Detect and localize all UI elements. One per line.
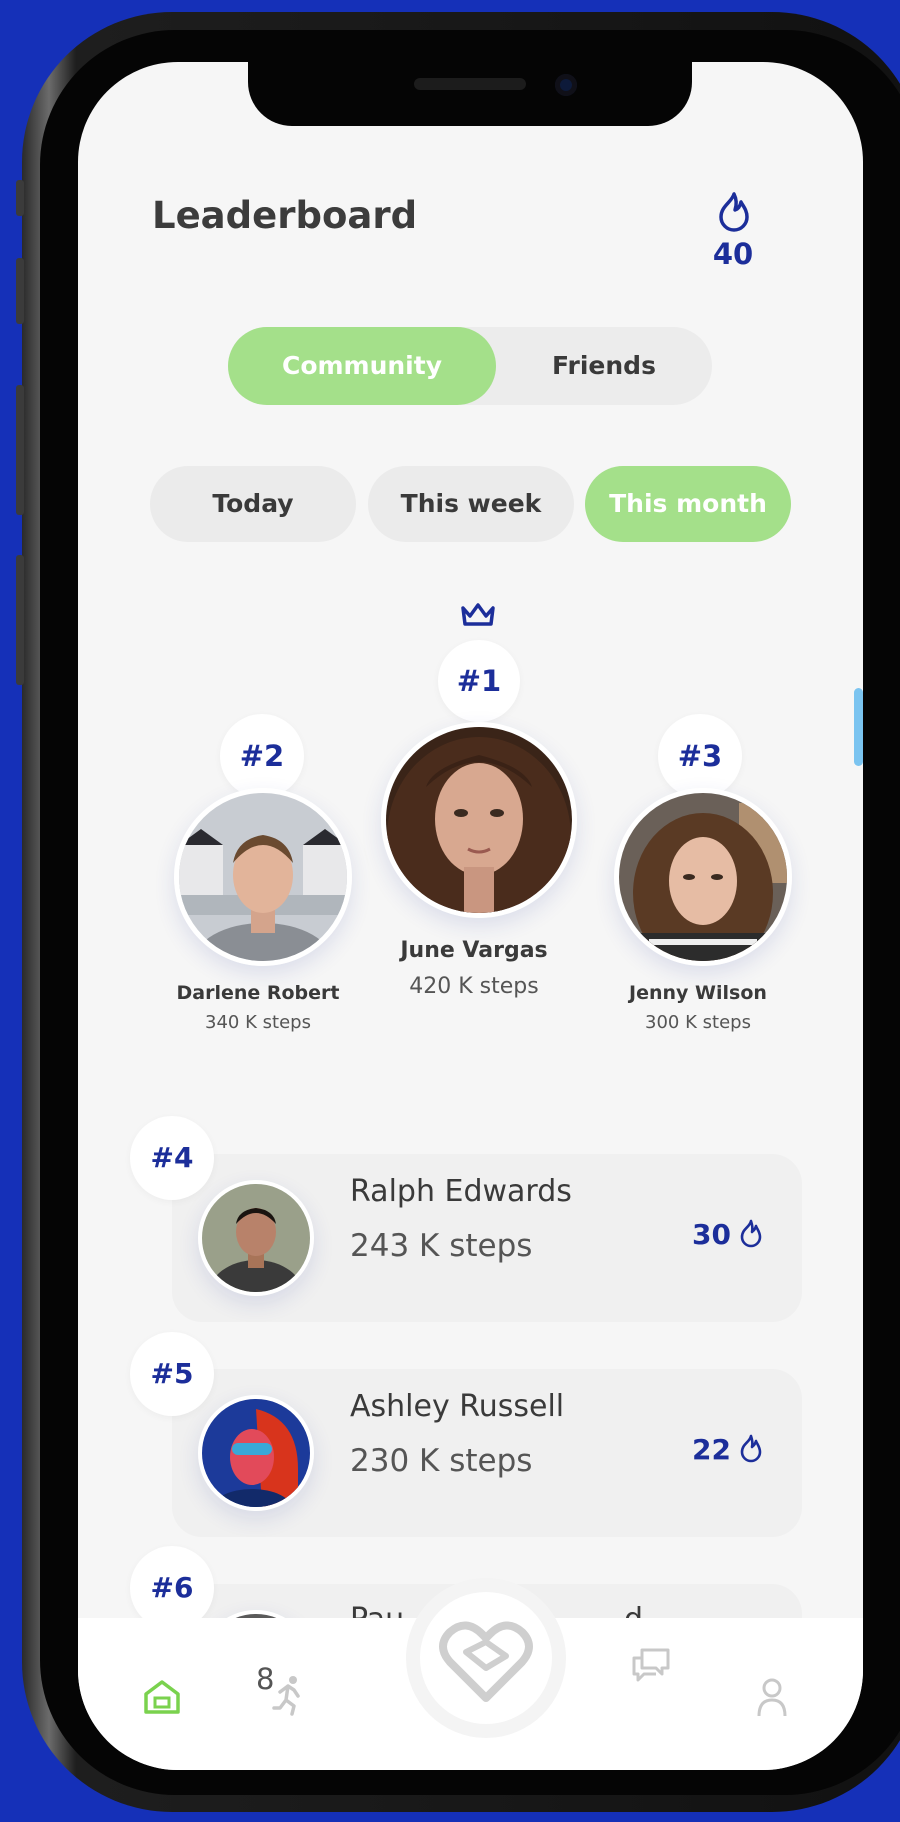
podium-name-3: Jenny Wilson: [629, 982, 767, 1004]
flame-icon: [738, 1433, 764, 1467]
avatar-first-place[interactable]: [381, 722, 577, 918]
tab-friends[interactable]: Friends: [496, 327, 712, 405]
list-item-name: Ashley Russell: [350, 1389, 565, 1424]
avatar-second-place[interactable]: [174, 788, 352, 966]
avatar: [198, 1395, 314, 1511]
volume-up-button: [16, 258, 24, 324]
scrollbar[interactable]: [854, 688, 863, 766]
streak-count: 40: [712, 237, 754, 271]
side-button: [16, 555, 24, 685]
list-item[interactable]: Ralph Edwards 243 K steps 30: [172, 1154, 802, 1322]
podium-steps-3: 300 K steps: [645, 1012, 751, 1033]
list-item-score: 22: [692, 1433, 731, 1466]
podium-name-1: June Vargas: [400, 938, 548, 963]
heart-button[interactable]: [420, 1592, 552, 1724]
silent-switch: [16, 180, 24, 216]
avatar-third-place[interactable]: [614, 788, 792, 966]
podium-steps-1: 420 K steps: [409, 974, 539, 999]
list-item[interactable]: Ashley Russell 230 K steps 22: [172, 1369, 802, 1537]
profile-icon[interactable]: [756, 1676, 788, 1722]
rank-badge-2: #2: [220, 714, 304, 798]
volume-down-button: [16, 385, 24, 515]
phone-notch: [248, 62, 692, 126]
avatar: [198, 1180, 314, 1296]
chat-icon[interactable]: [630, 1644, 672, 1688]
front-camera: [555, 74, 577, 96]
filter-this-week[interactable]: This week: [368, 466, 574, 542]
flame-icon: [715, 190, 753, 236]
crown-icon: [459, 600, 497, 632]
run-icon[interactable]: [270, 1674, 306, 1720]
speaker-grille: [414, 78, 526, 90]
list-item-score: 30: [692, 1218, 731, 1251]
page-title: Leaderboard: [152, 194, 418, 237]
rank-badge-4: #4: [130, 1116, 214, 1200]
podium-steps-2: 340 K steps: [205, 1012, 311, 1033]
list-item-steps: 230 K steps: [350, 1443, 533, 1479]
screen: Leaderboard 40 Community Friends Today T…: [78, 62, 863, 1770]
filter-this-month[interactable]: This month: [585, 466, 791, 542]
rank-badge-3: #3: [658, 714, 742, 798]
filter-today[interactable]: Today: [150, 466, 356, 542]
rank-badge-1: #1: [438, 640, 520, 722]
podium-name-2: Darlene Robert: [176, 982, 340, 1004]
scope-toggle: Community Friends: [228, 327, 712, 405]
list-item-steps: 243 K steps: [350, 1228, 533, 1264]
flame-icon: [738, 1218, 764, 1252]
tab-community[interactable]: Community: [228, 327, 496, 405]
rank-badge-5: #5: [130, 1332, 214, 1416]
home-icon[interactable]: [142, 1678, 182, 1720]
heart-icon: [439, 1621, 533, 1702]
list-item-name: Ralph Edwards: [350, 1174, 572, 1209]
